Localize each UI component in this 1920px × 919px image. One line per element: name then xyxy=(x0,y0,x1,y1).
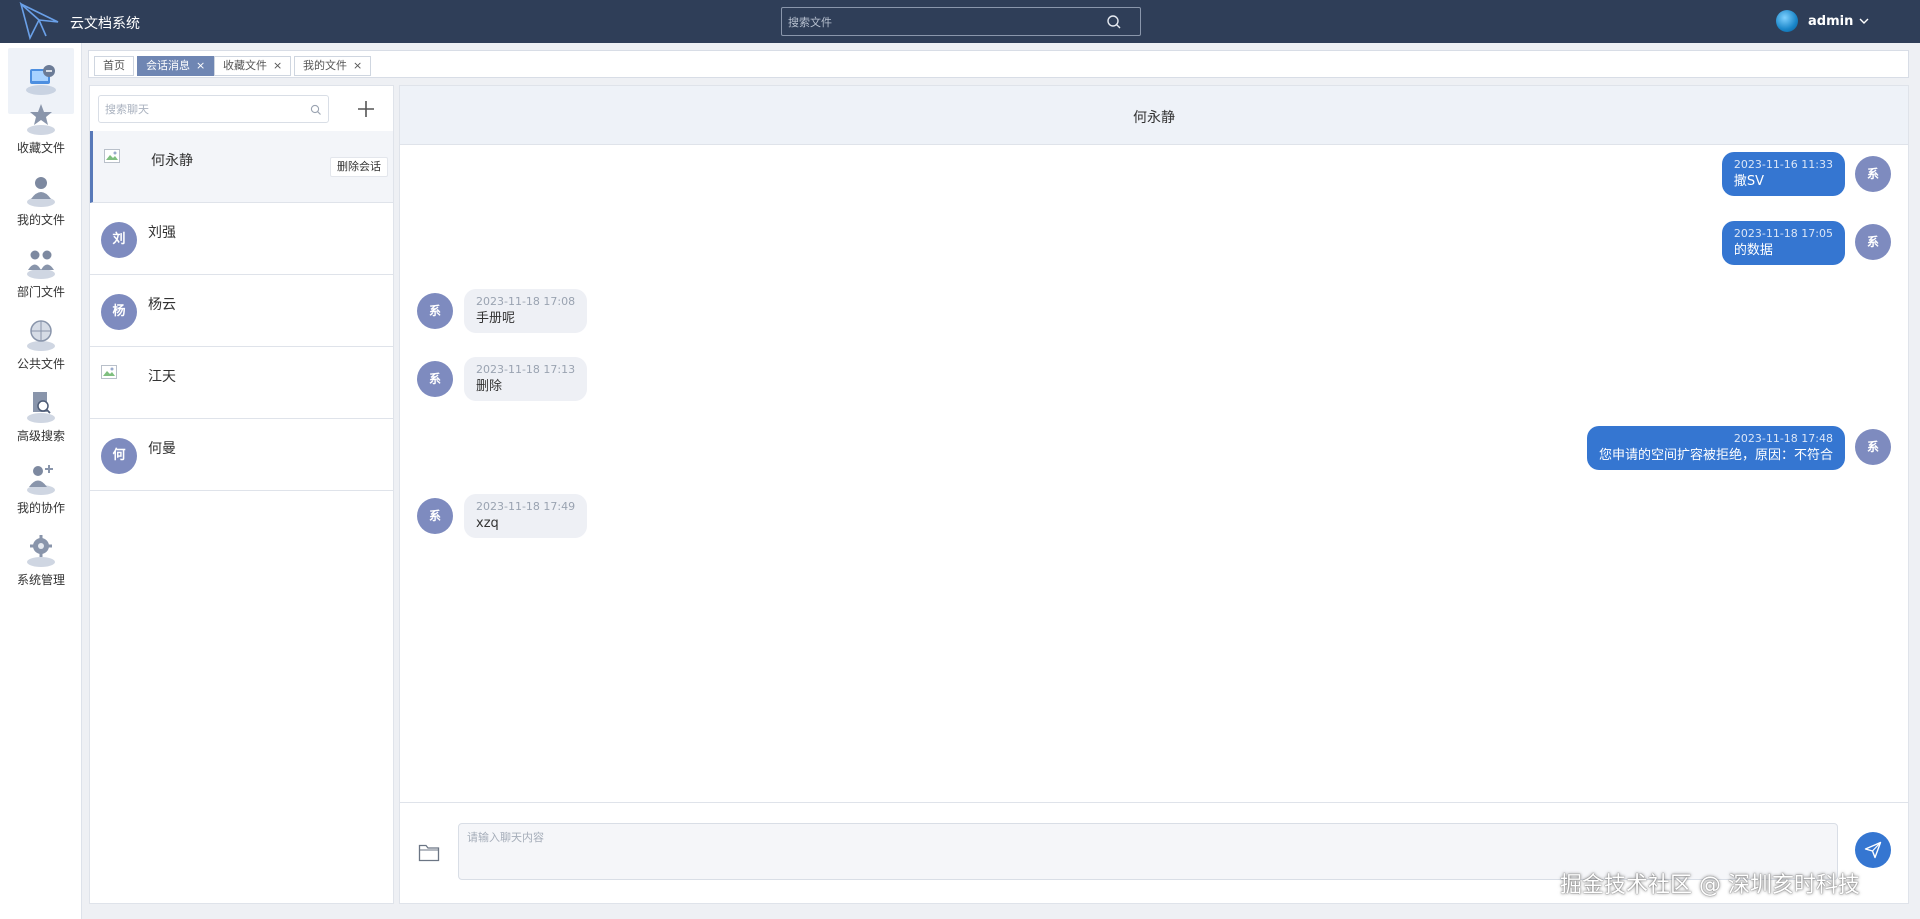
chat-title: 何永静 xyxy=(1133,110,1175,126)
sidebar-item-label: 公共文件 xyxy=(16,357,65,371)
close-icon[interactable]: × xyxy=(196,59,205,72)
page-tabs: 首页 会话消息 × 收藏文件 × 我的文件 × xyxy=(88,50,1909,78)
message-time: 2023-11-18 17:49 xyxy=(476,500,576,513)
chevron-down-icon[interactable] xyxy=(1858,15,1870,27)
avatar: 系 xyxy=(417,498,453,534)
tab-label: 收藏文件 xyxy=(223,59,267,72)
sidebar-item-label: 我的文件 xyxy=(16,213,65,227)
message-text: 手册呢 xyxy=(476,311,516,326)
conversation-name: 何永静 xyxy=(151,153,193,169)
my-files-icon xyxy=(27,177,55,207)
conversation-item[interactable]: 杨 杨云 xyxy=(90,275,393,347)
left-sidebar: 收藏文件 我的文件 部门文件 公共文件 高级搜索 我的协作 系统管理 xyxy=(0,43,82,919)
advanced-search-icon xyxy=(27,392,55,423)
sidebar-item-my-files[interactable]: 我的文件 xyxy=(8,167,74,233)
close-icon[interactable]: × xyxy=(353,59,362,72)
public-files-icon xyxy=(27,320,55,351)
tab-favorite-files[interactable]: 收藏文件 × xyxy=(214,56,292,76)
sidebar-item-collaboration[interactable]: 我的协作 xyxy=(8,455,74,521)
chat-computer-icon xyxy=(26,65,56,95)
watermark: 掘金技术社区 @ 深圳亥时科技 xyxy=(1560,873,1860,898)
broken-image-icon xyxy=(104,149,120,163)
message-text: 删除 xyxy=(476,379,503,394)
broken-image-icon xyxy=(101,365,117,379)
message-time: 2023-11-18 17:13 xyxy=(476,363,576,376)
sidebar-item-system-admin[interactable]: 系统管理 xyxy=(8,527,74,593)
conversation-item[interactable]: 何 何曼 xyxy=(90,419,393,491)
message-text: 您申请的空间扩容被拒绝，原因：不符合 xyxy=(1598,448,1833,463)
message-time: 2023-11-18 17:05 xyxy=(1733,227,1833,240)
sidebar-item-public-files[interactable]: 公共文件 xyxy=(8,311,74,377)
delete-conversation-button[interactable]: 删除会话 xyxy=(330,157,388,177)
tab-my-files[interactable]: 我的文件 × xyxy=(294,56,372,76)
search-icon[interactable] xyxy=(1106,14,1122,30)
tab-label: 我的文件 xyxy=(303,59,347,72)
favorite-files-icon xyxy=(27,104,55,135)
conversation-name: 杨云 xyxy=(148,297,176,313)
conversation-name: 江天 xyxy=(148,369,176,385)
user-menu[interactable]: admin xyxy=(1776,8,1870,34)
avatar: 系 xyxy=(417,361,453,397)
send-icon xyxy=(1864,841,1882,859)
avatar: 系 xyxy=(1855,156,1891,192)
tab-label: 首页 xyxy=(103,59,125,72)
message-bubble-outgoing: 2023-11-16 11:33 撒SV xyxy=(1721,152,1845,196)
sidebar-item-label: 系统管理 xyxy=(16,573,65,587)
conversation-list-panel: 何永静 删除会话 刘 刘强 杨 杨云 江天 何 何曼 xyxy=(89,85,394,904)
sidebar-item-label: 高级搜索 xyxy=(16,429,65,443)
message-time: 2023-11-18 17:08 xyxy=(476,295,576,308)
avatar: 杨 xyxy=(101,294,137,330)
search-icon[interactable] xyxy=(310,104,322,116)
add-conversation-button[interactable] xyxy=(354,97,378,121)
avatar: 系 xyxy=(417,293,453,329)
file-search-input[interactable] xyxy=(788,13,1098,31)
user-name[interactable]: admin xyxy=(1808,14,1853,29)
chat-header: 何永静 xyxy=(400,86,1908,145)
app-logo-icon xyxy=(19,2,59,40)
message-bubble-incoming: 2023-11-18 17:13 删除 xyxy=(464,357,588,401)
send-button[interactable] xyxy=(1855,832,1891,868)
collaboration-icon xyxy=(27,465,55,495)
avatar: 系 xyxy=(1855,224,1891,260)
conversation-item[interactable]: 何永静 删除会话 xyxy=(90,131,393,203)
message-text: xzq xyxy=(476,516,499,531)
chat-panel: 何永静 2023-11-16 11:33 撒SV 系 2023-11-18 17… xyxy=(399,85,1909,904)
avatar: 何 xyxy=(101,438,137,474)
tab-label: 会话消息 xyxy=(146,59,190,72)
chat-search-box[interactable] xyxy=(98,95,329,123)
conversation-item[interactable]: 刘 刘强 xyxy=(90,203,393,275)
file-search-box[interactable] xyxy=(781,7,1141,36)
conversation-name: 何曼 xyxy=(148,441,176,457)
avatar: 系 xyxy=(1855,429,1891,465)
message-bubble-incoming: 2023-11-18 17:08 手册呢 xyxy=(464,289,588,333)
conversation-name: 刘强 xyxy=(148,225,176,241)
message-time: 2023-11-18 17:48 xyxy=(1733,432,1833,445)
close-icon[interactable]: × xyxy=(273,59,282,72)
message-text: 的数据 xyxy=(1733,243,1773,258)
conversation-item[interactable]: 江天 xyxy=(90,347,393,419)
tab-home[interactable]: 首页 xyxy=(94,56,134,76)
top-bar: 云文档系统 admin xyxy=(0,0,1920,43)
tab-chat-messages[interactable]: 会话消息 × xyxy=(137,56,215,76)
user-avatar[interactable] xyxy=(1776,10,1798,32)
message-time: 2023-11-16 11:33 xyxy=(1733,158,1833,171)
message-bubble-incoming: 2023-11-18 17:49 xzq xyxy=(464,494,588,538)
department-files-icon xyxy=(27,250,55,279)
chat-search-input[interactable] xyxy=(105,101,305,118)
message-bubble-outgoing: 2023-11-18 17:48 您申请的空间扩容被拒绝，原因：不符合 xyxy=(1586,426,1845,470)
folder-icon[interactable] xyxy=(418,842,440,862)
sidebar-item-label: 收藏文件 xyxy=(16,141,65,155)
avatar: 刘 xyxy=(101,222,137,258)
system-admin-icon xyxy=(27,535,55,567)
sidebar-item-advanced-search[interactable]: 高级搜索 xyxy=(8,383,74,449)
message-text: 撒SV xyxy=(1733,174,1765,189)
sidebar-item-label: 我的协作 xyxy=(16,501,65,515)
app-title: 云文档系统 xyxy=(70,16,140,32)
sidebar-item-label: 部门文件 xyxy=(16,285,65,299)
message-bubble-outgoing: 2023-11-18 17:05 的数据 xyxy=(1721,221,1845,265)
sidebar-item-favorite-files[interactable]: 收藏文件 xyxy=(8,95,74,161)
sidebar-item-department-files[interactable]: 部门文件 xyxy=(8,239,74,305)
